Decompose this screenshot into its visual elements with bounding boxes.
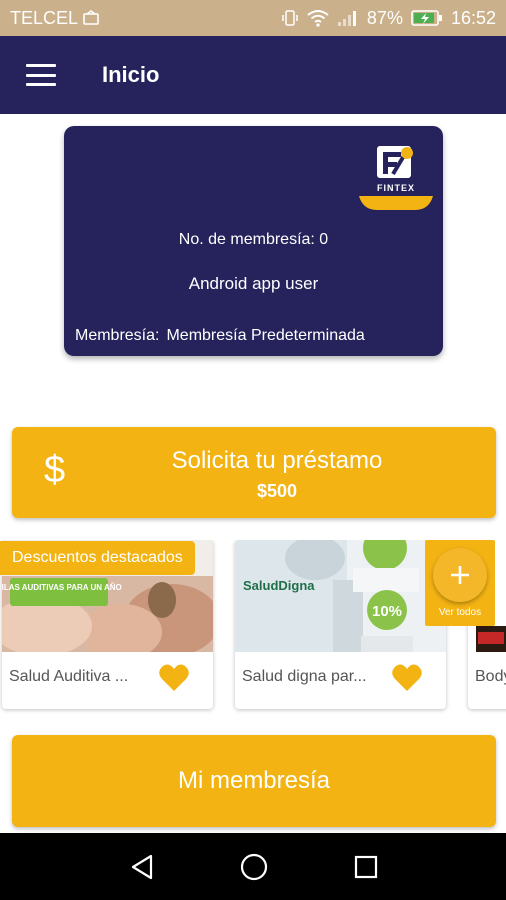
see-all-button[interactable]: Ver todos	[425, 540, 495, 626]
request-loan-button[interactable]: $ Solicita tu préstamo $500	[12, 427, 496, 518]
back-icon[interactable]	[127, 852, 157, 882]
see-all-label: Ver todos	[438, 607, 482, 618]
svg-text:FINTEX: FINTEX	[377, 183, 415, 193]
loan-title: Solicita tu préstamo	[171, 447, 383, 474]
battery-charging-icon	[411, 9, 443, 27]
clock: 16:52	[450, 7, 496, 28]
product-percent: 10%	[372, 603, 402, 620]
status-bar: TELCEL 87% 16:52	[0, 0, 506, 36]
system-nav-bar	[0, 833, 506, 900]
product-brand: SaludDigna	[243, 578, 315, 593]
sim-icon	[82, 10, 100, 26]
home-icon[interactable]	[239, 852, 269, 882]
heart-icon[interactable]	[159, 664, 189, 692]
vibrate-icon	[281, 9, 299, 27]
featured-discounts-badge: Descuentos destacados	[0, 541, 195, 575]
page-title: Inicio	[102, 62, 160, 87]
product-name: Salud Auditiva ...	[9, 668, 129, 685]
carrier-name: TELCEL	[10, 7, 79, 28]
my-membership-button[interactable]: Mi membresía	[12, 735, 496, 827]
plus-icon	[433, 548, 487, 602]
battery-level: 87%	[366, 7, 403, 28]
membership-type: Membresía: Membresía Predeterminada	[75, 327, 365, 345]
heart-icon[interactable]	[392, 664, 422, 692]
membership-card: FINTEX No. de membresía: 0 Android app u…	[64, 126, 443, 356]
signal-icon	[337, 9, 359, 27]
product-name: Body	[475, 668, 506, 685]
loan-amount: $500	[256, 481, 298, 501]
membership-label: Membresía:	[75, 327, 160, 344]
membership-number: No. de membresía: 0	[178, 231, 329, 248]
hamburger-menu-icon[interactable]	[26, 64, 56, 86]
fintex-logo: FINTEX	[359, 144, 433, 210]
app-bar: Inicio	[0, 36, 506, 114]
product-image: SaludDigna 10%	[235, 540, 446, 652]
user-name: Android app user	[188, 274, 319, 293]
membership-value: Membresía Predeterminada	[166, 327, 365, 344]
product-card-salud-digna[interactable]: SaludDigna 10% Salud digna par...	[235, 540, 446, 709]
product-name: Salud digna par...	[242, 668, 367, 685]
wifi-icon	[307, 9, 329, 27]
product-image-caption: PILAS AUDITIVAS PARA UN AÑO	[2, 583, 122, 592]
recents-icon[interactable]	[351, 852, 381, 882]
